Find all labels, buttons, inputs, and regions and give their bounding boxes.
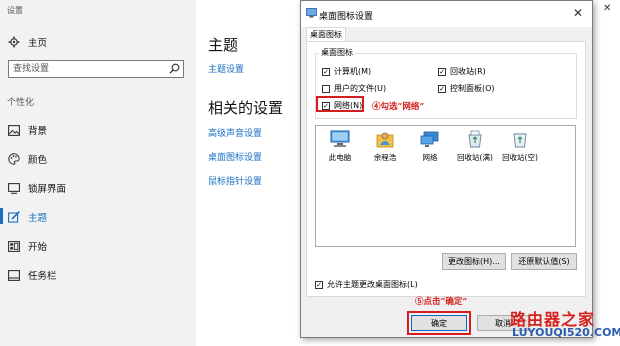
dialog-title: 桌面图标设置 xyxy=(319,12,374,22)
nav-label: 颜色 xyxy=(28,155,48,166)
checkbox-box[interactable]: ✓ xyxy=(315,280,323,289)
nav-label: 开始 xyxy=(28,242,48,253)
desktop-icon-settings-link[interactable]: 桌面图标设置 xyxy=(208,150,262,163)
icon-label: 回收站(满) xyxy=(457,153,493,162)
checkbox-label: 计算机(M) xyxy=(334,67,372,76)
page-title: 主题 xyxy=(208,36,239,54)
checkbox-user-files[interactable]: 用户的文件(U) xyxy=(322,83,386,94)
icon-label: 回收站(空) xyxy=(502,153,538,162)
start-icon xyxy=(8,240,20,252)
settings-sidebar xyxy=(0,0,196,346)
icon-item-recycle-full[interactable]: 回收站(满) xyxy=(453,130,497,163)
active-indicator xyxy=(0,208,3,224)
related-settings-title: 相关的设置 xyxy=(208,99,284,117)
palette-icon xyxy=(8,153,20,165)
icon-item-recycle-empty[interactable]: 回收站(空) xyxy=(498,130,542,163)
computer-icon xyxy=(330,130,350,147)
checkbox-control-panel[interactable]: ✓ 控制面板(O) xyxy=(438,83,495,94)
checkbox-label: 允许主题更改桌面图标(L) xyxy=(327,280,418,289)
nav-home[interactable]: 主页 xyxy=(8,35,47,49)
gear-icon xyxy=(8,36,20,48)
ok-button[interactable]: 确定 xyxy=(411,315,467,331)
network-icon xyxy=(420,131,439,147)
desktop-icon-settings-dialog: 桌面图标设置 ✕ 桌面图标 桌面图标 ✓ 计算机(M) ✓ 回收站(R) 用户的… xyxy=(300,0,593,338)
checkbox-label: 网络(N) xyxy=(334,101,363,110)
change-icon-button[interactable]: 更改图标(H)... xyxy=(442,253,506,270)
checkbox-box[interactable] xyxy=(322,84,330,93)
nav-colors[interactable]: 颜色 xyxy=(8,152,47,166)
nav-home-label: 主页 xyxy=(28,38,48,49)
icon-label: 网络 xyxy=(422,153,438,162)
checkbox-network[interactable]: ✓ 网络(N) xyxy=(322,100,362,111)
icon-item-this-pc[interactable]: 此电脑 xyxy=(318,130,362,163)
recycle-bin-full-icon xyxy=(468,130,482,148)
advanced-sound-link[interactable]: 高级声音设置 xyxy=(208,126,262,139)
checkbox-box[interactable]: ✓ xyxy=(322,67,330,76)
annotation-step4: ④勾选“网络” xyxy=(372,102,425,112)
search-field[interactable] xyxy=(8,60,184,78)
checkbox-box[interactable]: ✓ xyxy=(438,67,446,76)
close-icon[interactable]: ✕ xyxy=(603,3,611,14)
checkbox-label: 控制面板(O) xyxy=(450,84,495,93)
group-label: 桌面图标 xyxy=(319,47,355,58)
desktop-settings-icon xyxy=(306,8,317,21)
checkbox-recycle-bin[interactable]: ✓ 回收站(R) xyxy=(438,66,486,77)
tab-desktop-icons[interactable]: 桌面图标 xyxy=(306,27,346,42)
search-icon xyxy=(169,63,180,77)
dialog-close-icon[interactable]: ✕ xyxy=(573,6,583,20)
search-input[interactable] xyxy=(9,61,167,77)
picture-icon xyxy=(8,124,20,136)
taskbar-icon xyxy=(8,269,20,281)
nav-start[interactable]: 开始 xyxy=(8,239,47,253)
lock-screen-icon xyxy=(8,182,20,194)
checkbox-allow-theme-change[interactable]: ✓ 允许主题更改桌面图标(L) xyxy=(315,279,418,290)
icon-label: 余程浩 xyxy=(373,153,397,162)
nav-lock-screen[interactable]: 锁屏界面 xyxy=(8,181,66,195)
checkbox-label: 用户的文件(U) xyxy=(334,84,387,93)
nav-themes[interactable]: 主题 xyxy=(8,210,47,224)
mouse-pointer-link[interactable]: 鼠标指针设置 xyxy=(208,174,262,187)
nav-label: 背景 xyxy=(28,126,48,137)
restore-default-button[interactable]: 还原默认值(S) xyxy=(511,253,577,270)
icon-item-network[interactable]: 网络 xyxy=(408,130,452,163)
icon-item-user[interactable]: 余程浩 xyxy=(363,130,407,163)
window-title: 设置 xyxy=(7,6,23,15)
checkbox-box[interactable]: ✓ xyxy=(322,101,330,110)
section-label: 个性化 xyxy=(7,98,35,108)
nav-taskbar[interactable]: 任务栏 xyxy=(8,268,57,282)
checkbox-box[interactable]: ✓ xyxy=(438,84,446,93)
nav-label: 任务栏 xyxy=(28,271,57,282)
user-folder-icon xyxy=(376,132,394,148)
nav-label: 主题 xyxy=(28,213,48,224)
watermark-url: LUYOUQI520.COM xyxy=(512,326,620,339)
annotation-step5: ⑤点击“确定” xyxy=(415,297,468,307)
theme-settings-link[interactable]: 主题设置 xyxy=(208,62,244,75)
checkbox-label: 回收站(R) xyxy=(450,67,486,76)
nav-background[interactable]: 背景 xyxy=(8,123,47,137)
recycle-bin-empty-icon xyxy=(513,133,527,148)
nav-label: 锁屏界面 xyxy=(28,184,67,195)
checkbox-computer[interactable]: ✓ 计算机(M) xyxy=(322,66,371,77)
icon-label: 此电脑 xyxy=(328,153,352,162)
brush-icon xyxy=(8,211,20,223)
